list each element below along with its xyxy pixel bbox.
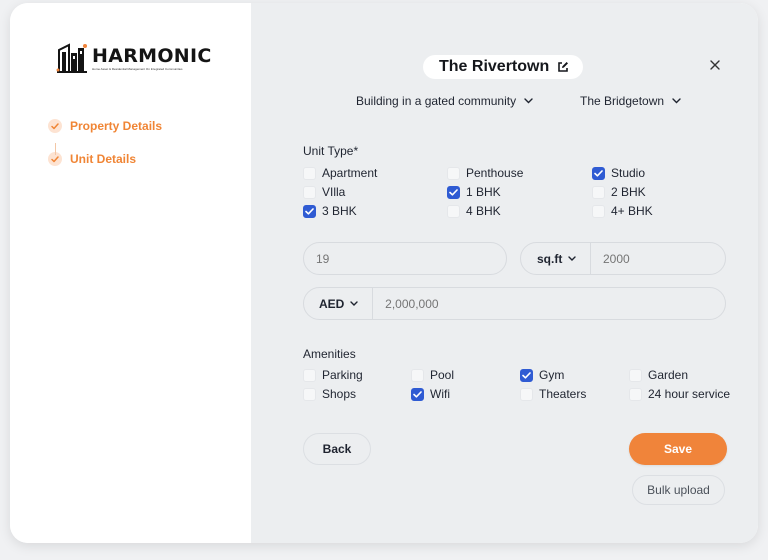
chevron-down-icon [672, 98, 681, 104]
checkbox-box[interactable] [411, 368, 424, 382]
building-value: The Bridgetown [580, 94, 665, 108]
checkbox-label: Parking [322, 368, 363, 382]
unit-type-label: Unit Type* [303, 144, 359, 158]
check-icon [305, 207, 314, 215]
area-unit-dropdown[interactable]: sq.ft [521, 243, 590, 274]
building-logo-icon [56, 43, 87, 73]
sidebar: HARMONIC Home Asset & Residential Manage… [10, 3, 251, 543]
checkbox-box[interactable] [447, 166, 460, 180]
chevron-down-icon [568, 256, 577, 261]
checkbox-3-bhk[interactable]: 3 BHK [303, 204, 357, 218]
amenities-label: Amenities [303, 347, 356, 361]
property-title-pill[interactable]: The Rivertown [423, 55, 584, 79]
checkbox-gym[interactable]: Gym [520, 368, 564, 382]
close-icon [710, 60, 720, 70]
checkbox-24-hour-service[interactable]: 24 hour service [629, 387, 730, 401]
back-button[interactable]: Back [303, 433, 371, 465]
checkbox-apartment[interactable]: Apartment [303, 166, 377, 180]
area-field: sq.ft [520, 242, 726, 275]
step-unit-details[interactable]: Unit Details [48, 149, 162, 169]
checkbox-label: Theaters [539, 387, 587, 401]
checkbox-shops[interactable]: Shops [303, 387, 356, 401]
chevron-down-icon [350, 301, 359, 306]
check-icon [449, 188, 458, 196]
check-icon [522, 371, 531, 379]
main-panel: The Rivertown Building in a gated commun… [251, 3, 758, 543]
area-unit-value: sq.ft [537, 251, 563, 266]
checkbox-villa[interactable]: VIlla [303, 185, 345, 199]
step-label: Unit Details [70, 152, 137, 166]
checkbox-box[interactable] [629, 387, 642, 401]
page-title: The Rivertown [439, 58, 550, 75]
check-icon [413, 390, 422, 398]
checkbox-pool[interactable]: Pool [411, 368, 454, 382]
checkbox-penthouse[interactable]: Penthouse [447, 166, 523, 180]
brand-logo: HARMONIC Home Asset & Residential Manage… [56, 42, 212, 74]
check-icon [594, 169, 603, 177]
checkbox-label: 2 BHK [611, 185, 646, 199]
bulk-upload-button[interactable]: Bulk upload [632, 475, 725, 505]
checkbox-box[interactable] [592, 204, 605, 218]
checkbox-box[interactable] [520, 387, 533, 401]
currency-value: AED [319, 296, 345, 311]
price-field: AED [303, 287, 726, 320]
step-connector [55, 143, 56, 155]
checkbox-label: Penthouse [466, 166, 524, 180]
checkbox-label: Garden [648, 368, 689, 382]
checkbox-box[interactable] [303, 387, 316, 401]
property-type-dropdown[interactable]: Building in a gated community [356, 94, 533, 108]
checkbox-box[interactable] [411, 387, 424, 401]
checkbox-garden[interactable]: Garden [629, 368, 688, 382]
brand-tagline: Home Asset & Residential Management On I… [92, 66, 183, 71]
edit-icon[interactable] [557, 61, 569, 73]
checkbox-label: 4+ BHK [611, 204, 653, 218]
checkbox-4-plus-bhk[interactable]: 4+ BHK [592, 204, 653, 218]
checkbox-label: 4 BHK [466, 204, 501, 218]
checkbox-label: VIlla [322, 185, 346, 199]
checkbox-studio[interactable]: Studio [592, 166, 645, 180]
checkbox-parking[interactable]: Parking [303, 368, 363, 382]
area-input[interactable] [590, 251, 725, 266]
close-button[interactable] [707, 57, 723, 73]
checkbox-label: Pool [430, 368, 455, 382]
checkbox-wifi[interactable]: Wifi [411, 387, 450, 401]
building-dropdown[interactable]: The Bridgetown [580, 94, 681, 108]
checkbox-box[interactable] [303, 166, 316, 180]
step-label: Property Details [70, 119, 163, 133]
checkbox-box[interactable] [303, 185, 316, 199]
checkbox-label: Gym [539, 368, 565, 382]
checkbox-label: Shops [322, 387, 357, 401]
checkbox-theaters[interactable]: Theaters [520, 387, 586, 401]
checkbox-box[interactable] [592, 166, 605, 180]
checkbox-4-bhk[interactable]: 4 BHK [447, 204, 501, 218]
checkbox-box[interactable] [629, 368, 642, 382]
checkbox-label: 3 BHK [322, 204, 357, 218]
checkbox-label: Wifi [430, 387, 450, 401]
checkbox-2-bhk[interactable]: 2 BHK [592, 185, 646, 199]
checkbox-label: Apartment [322, 166, 378, 180]
unit-number-input[interactable] [316, 251, 506, 266]
save-button[interactable]: Save [629, 433, 727, 465]
step-property-details[interactable]: Property Details [48, 116, 162, 136]
checkbox-box[interactable] [592, 185, 605, 199]
checkbox-label: 24 hour service [648, 387, 731, 401]
chevron-down-icon [524, 98, 533, 104]
brand-name: HARMONIC [92, 44, 212, 67]
property-type-value: Building in a gated community [356, 94, 517, 108]
check-icon [48, 119, 62, 133]
step-list: Property Details Unit Details [48, 116, 162, 169]
checkbox-1-bhk[interactable]: 1 BHK [447, 185, 501, 199]
checkbox-box[interactable] [520, 368, 533, 382]
checkbox-box[interactable] [303, 204, 316, 218]
unit-number-field[interactable] [303, 242, 507, 275]
currency-dropdown[interactable]: AED [304, 288, 372, 319]
checkbox-box[interactable] [447, 185, 460, 199]
checkbox-box[interactable] [303, 368, 316, 382]
checkbox-box[interactable] [447, 204, 460, 218]
checkbox-label: 1 BHK [466, 185, 501, 199]
checkbox-label: Studio [611, 166, 646, 180]
dialog-card: HARMONIC Home Asset & Residential Manage… [10, 3, 758, 543]
price-input[interactable] [373, 296, 725, 311]
